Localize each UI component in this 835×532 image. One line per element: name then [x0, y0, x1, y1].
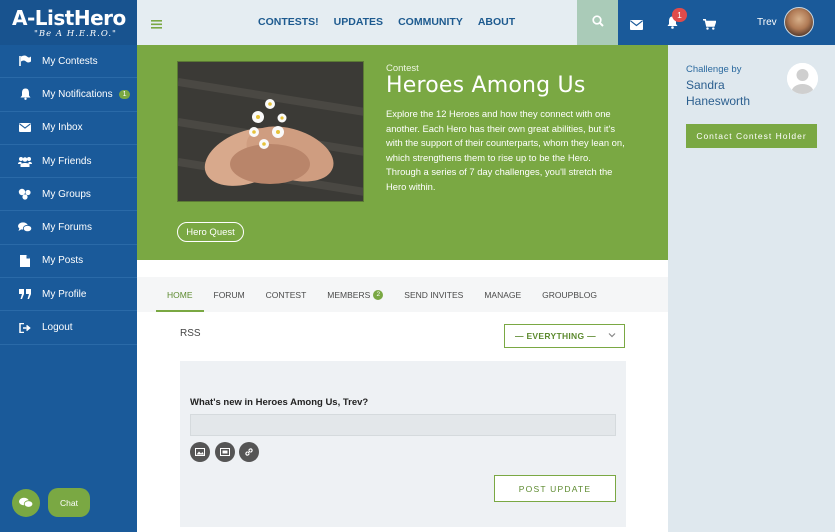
tab-label: CONTEST	[265, 289, 307, 300]
logo-tagline: "Be A H.E.R.O."	[34, 28, 117, 39]
notification-count-badge: 1	[672, 8, 687, 22]
group-icon	[18, 187, 32, 201]
filter-value: — EVERYTHING —	[515, 331, 596, 341]
attach-link-icon[interactable]	[239, 442, 259, 462]
contest-image	[177, 61, 364, 202]
sidebar-item-my-forums[interactable]: My Forums	[0, 211, 137, 245]
tab-manage[interactable]: MANAGE	[484, 277, 521, 312]
sign-out-icon	[18, 321, 32, 335]
tab-label: MANAGE	[484, 289, 522, 300]
attach-image-icon[interactable]	[190, 442, 210, 462]
hero-quest-tag-button[interactable]: Hero Quest	[177, 222, 244, 242]
sidebar-item-label: My Notifications	[42, 88, 113, 100]
sidebar-item-my-contests[interactable]: My Contests	[0, 45, 137, 79]
attach-video-icon[interactable]	[215, 442, 235, 462]
post-prompt: What's new in Heroes Among Us, Trev?	[190, 397, 369, 408]
search-icon	[591, 14, 604, 32]
notification-badge: 1	[118, 89, 131, 99]
tab-label: MEMBERS	[327, 289, 371, 300]
sidebar-item-label: My Contests	[42, 55, 98, 67]
sidebar-item-my-profile[interactable]: My Profile	[0, 278, 137, 312]
sidebar-item-my-notifications[interactable]: My Notifications 1	[0, 78, 137, 112]
logo-brand: A-ListHero	[12, 5, 126, 30]
inbox-envelope-icon[interactable]	[630, 17, 643, 35]
user-toolbar: 1 Trev	[618, 0, 835, 45]
logo[interactable]: A-ListHero "Be A H.E.R.O."	[0, 0, 137, 45]
sidebar-item-label: My Forums	[42, 222, 92, 234]
tab-forum[interactable]: FORUM	[214, 277, 245, 312]
contact-contest-holder-button[interactable]: Contact Contest Holder	[686, 124, 817, 148]
holder-avatar[interactable]	[787, 63, 818, 94]
tab-label: HOME	[167, 289, 193, 300]
document-icon	[18, 254, 32, 268]
sidebar-item-label: My Profile	[42, 288, 87, 300]
rss-link[interactable]: RSS	[180, 328, 201, 339]
tab-label: GROUPBLOG	[542, 289, 597, 300]
contest-tabs: HOME FORUM CONTEST MEMBERS 2 SEND INVITES…	[137, 277, 668, 312]
flag-icon	[18, 54, 32, 68]
post-update-input[interactable]	[190, 414, 616, 436]
search-button[interactable]	[577, 0, 618, 45]
page-title: Heroes Among Us	[386, 73, 586, 98]
sidebar-item-logout[interactable]: Logout	[0, 311, 137, 345]
tab-label: FORUM	[213, 289, 245, 300]
main-nav: CONTESTS! UPDATES COMMUNITY ABOUT	[258, 16, 515, 28]
nav-about[interactable]: ABOUT	[478, 16, 515, 28]
sidebar-item-my-inbox[interactable]: My Inbox	[0, 112, 137, 145]
post-update-form: What's new in Heroes Among Us, Trev? POS…	[180, 361, 626, 527]
activity-section: RSS — EVERYTHING — What's new in Heroes …	[137, 312, 668, 532]
tab-groupblog[interactable]: GROUPBLOG	[542, 277, 597, 312]
sidebar-item-label: My Groups	[42, 188, 91, 200]
nav-community[interactable]: COMMUNITY	[398, 16, 463, 28]
tab-label: SEND INVITES	[404, 289, 464, 300]
user-name[interactable]: Trev	[757, 17, 777, 28]
top-bar: CONTESTS! UPDATES COMMUNITY ABOUT 1 Trev	[137, 0, 835, 45]
contest-description: Explore the 12 Heroes and how they conne…	[386, 108, 625, 192]
tab-send-invites[interactable]: SEND INVITES	[404, 277, 463, 312]
quote-icon	[18, 287, 32, 301]
activity-filter-select[interactable]: — EVERYTHING —	[504, 324, 625, 348]
members-count-badge: 2	[373, 289, 384, 300]
divider	[137, 260, 668, 277]
avatar[interactable]	[784, 7, 814, 37]
sidebar: A-ListHero "Be A H.E.R.O." My Contests M…	[0, 0, 137, 532]
envelope-icon	[18, 121, 32, 135]
holder-name[interactable]: Sandra Hanesworth	[686, 77, 781, 109]
post-update-button[interactable]: POST UPDATE	[494, 475, 616, 502]
tab-home[interactable]: HOME	[156, 277, 203, 312]
sidebar-item-label: My Friends	[42, 155, 92, 167]
sidebar-item-label: My Posts	[42, 255, 84, 267]
nav-contests[interactable]: CONTESTS!	[258, 16, 319, 28]
nav-updates[interactable]: UPDATES	[334, 16, 383, 28]
tab-contest[interactable]: CONTEST	[266, 277, 307, 312]
tab-members[interactable]: MEMBERS 2	[327, 277, 384, 312]
sidebar-item-label: Logout	[42, 322, 73, 334]
cart-icon[interactable]	[703, 17, 717, 35]
sidebar-item-label: My Inbox	[42, 122, 83, 134]
contest-holder-panel: Challenge by Sandra Hanesworth Contact C…	[668, 45, 835, 532]
sidebar-item-my-posts[interactable]: My Posts	[0, 245, 137, 279]
chevron-down-icon	[608, 331, 616, 341]
users-icon	[18, 154, 32, 168]
contest-banner: Contest Heroes Among Us Explore the 12 H…	[137, 45, 668, 260]
menu-toggle-icon[interactable]	[151, 16, 162, 29]
chat-button[interactable]: Chat	[48, 488, 90, 517]
bell-icon	[18, 87, 32, 101]
challenge-by-label: Challenge by	[686, 64, 742, 75]
sidebar-item-my-groups[interactable]: My Groups	[0, 178, 137, 212]
comments-icon	[18, 221, 32, 235]
chat-icon[interactable]	[12, 489, 40, 517]
sidebar-item-my-friends[interactable]: My Friends	[0, 145, 137, 179]
